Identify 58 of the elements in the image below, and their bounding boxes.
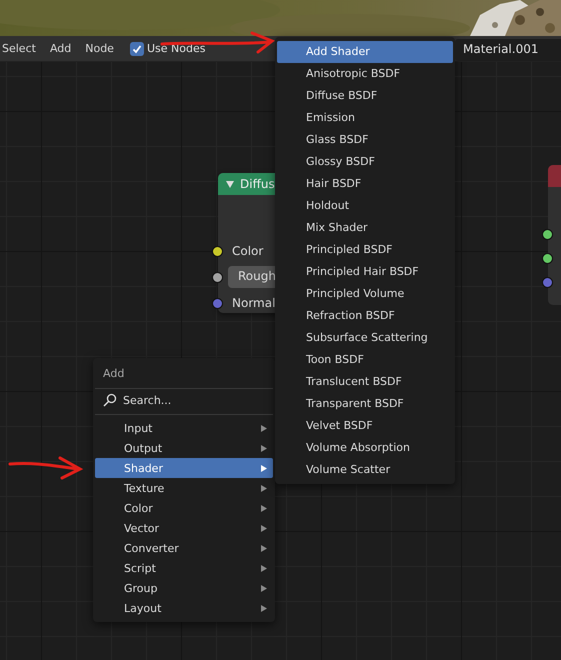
checkbox[interactable] <box>130 42 144 56</box>
menu-item[interactable]: Toon BSDF <box>277 348 453 370</box>
menu-item[interactable]: Volume Scatter <box>277 458 453 480</box>
submenu-arrow-icon <box>261 544 267 552</box>
menu-item[interactable]: Transparent BSDF <box>277 392 453 414</box>
menu-item[interactable]: Glass BSDF <box>277 128 453 151</box>
socket-dot[interactable] <box>212 298 223 309</box>
menu-item[interactable]: Diffuse BSDF <box>277 84 453 107</box>
submenu-arrow-icon <box>261 464 267 472</box>
menu-item[interactable]: Color <box>95 498 273 518</box>
menu-item[interactable]: Output <box>95 438 273 458</box>
socket-dot[interactable] <box>542 253 553 264</box>
menu-item[interactable]: Layout <box>95 598 273 618</box>
menu-item[interactable]: Shader <box>95 458 273 478</box>
menu-item[interactable]: Translucent BSDF <box>277 370 453 392</box>
submenu-arrow-icon <box>261 524 267 532</box>
menu-item[interactable]: Volume Absorption <box>277 436 453 458</box>
menu-item[interactable]: Input <box>95 418 273 438</box>
menu-item[interactable]: Select <box>2 42 42 55</box>
menu-item[interactable]: Texture <box>95 478 273 498</box>
submenu-arrow-icon <box>261 604 267 612</box>
socket-dot[interactable] <box>212 246 223 257</box>
collapse-icon[interactable] <box>226 180 234 188</box>
socket-dot[interactable] <box>542 229 553 240</box>
menu-item[interactable]: Add Shader <box>277 41 453 63</box>
menu-item[interactable]: Converter <box>95 538 273 558</box>
menu-item[interactable]: Anisotropic BSDF <box>277 62 453 85</box>
material-field[interactable]: Material.001 <box>455 39 561 61</box>
submenu-arrow-icon <box>261 444 267 452</box>
menu-item[interactable]: Holdout <box>277 194 453 217</box>
search-placeholder: Search... <box>123 394 172 406</box>
menu-item[interactable]: Principled BSDF <box>277 238 453 261</box>
socket-dot[interactable] <box>542 277 553 288</box>
menu-item[interactable]: Hair BSDF <box>277 172 453 195</box>
menu-item[interactable]: Glossy BSDF <box>277 150 453 173</box>
submenu-arrow-icon <box>261 584 267 592</box>
node-title: Diffus <box>240 177 275 191</box>
menu-title: Add <box>95 360 273 389</box>
search-icon <box>103 393 117 407</box>
menu-item[interactable]: Emission <box>277 106 453 129</box>
menu-item[interactable]: Mix Shader <box>277 216 453 239</box>
socket-label: Color <box>232 244 264 258</box>
submenu-arrow-icon <box>261 504 267 512</box>
checkbox-label: Use Nodes <box>146 42 206 55</box>
menu-item[interactable]: Refraction BSDF <box>277 304 453 326</box>
socket-dot[interactable] <box>212 272 223 283</box>
menu-item[interactable]: Script <box>95 558 273 578</box>
menu-item[interactable]: Group <box>95 578 273 598</box>
menu-item[interactable]: Node <box>85 42 120 55</box>
submenu-arrow-icon <box>261 564 267 572</box>
submenu-arrow-icon <box>261 484 267 492</box>
menu-item[interactable]: Vector <box>95 518 273 538</box>
menu-item[interactable]: Add <box>50 42 78 55</box>
search-field[interactable]: Search... <box>95 389 273 415</box>
menu-item[interactable]: Subsurface Scattering <box>277 326 453 348</box>
menu-item[interactable]: Velvet BSDF <box>277 414 453 436</box>
submenu-arrow-icon <box>261 424 267 432</box>
socket-label: Normal <box>232 296 276 310</box>
